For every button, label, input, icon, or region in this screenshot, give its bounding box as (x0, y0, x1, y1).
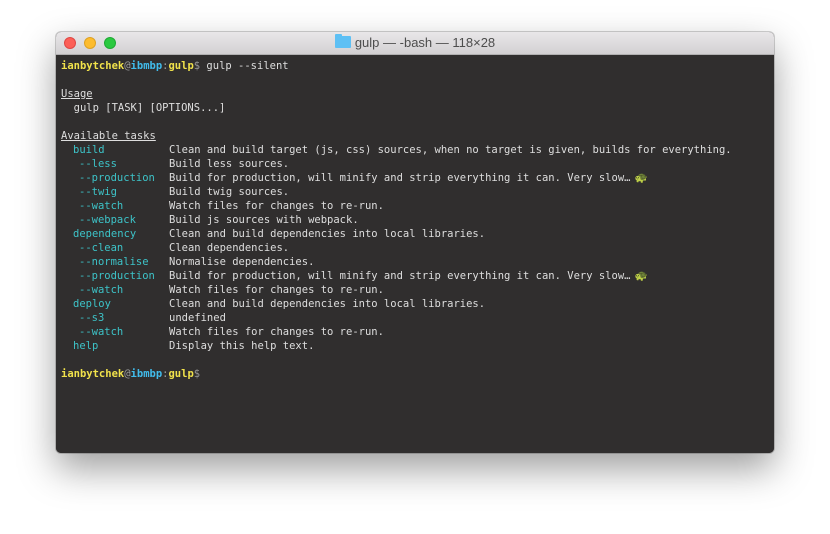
prompt-dollar: $ (193, 368, 201, 380)
task-name: --production (79, 270, 155, 282)
task-description: Display this help text. (169, 340, 315, 352)
task-name: --twig (79, 186, 117, 198)
tasks-heading: Available tasks (61, 129, 774, 143)
task-row: --watch Watch files for changes to re-run… (61, 199, 774, 213)
task-row: deploy Clean and build dependencies into … (61, 297, 774, 311)
slow-turtle-icon: 🐢 (634, 270, 648, 282)
task-name: --watch (79, 284, 124, 296)
task-name: --watch (79, 326, 124, 338)
prompt-host: ibmbp (130, 60, 163, 72)
task-row: --less Build less sources. (61, 157, 774, 171)
prompt-user: ianbytchek (61, 368, 125, 380)
task-description: Normalise dependencies. (169, 256, 315, 268)
task-description: Clean dependencies. (169, 242, 290, 254)
task-description: Watch files for changes to re-run. (169, 284, 384, 296)
task-name: --production (79, 172, 155, 184)
task-description: Build less sources. (169, 158, 290, 170)
task-row: build Clean and build target (js, css) so… (61, 143, 774, 157)
prompt-dir: gulp (168, 368, 194, 380)
command-line: ianbytchek@ibmbp:gulp$ gulp --silent (61, 59, 774, 73)
folder-icon (334, 34, 351, 48)
task-name: build (73, 144, 105, 156)
task-row: --twig Build twig sources. (61, 185, 774, 199)
task-name: --normalise (79, 256, 149, 268)
task-description: Build js sources with webpack. (169, 214, 359, 226)
task-description: Build twig sources. (169, 186, 290, 198)
task-row: help Display this help text. (61, 339, 774, 353)
task-name: dependency (73, 228, 137, 240)
task-row: --webpack Build js sources with webpack. (61, 213, 774, 227)
current-prompt: ianbytchek@ibmbp:gulp$ (61, 367, 774, 381)
title-bar[interactable]: gulp — -bash — 118×28 (56, 32, 774, 55)
task-name: --less (79, 158, 117, 170)
usage-heading: Usage (61, 87, 774, 101)
task-description: Build for production, will minify and st… (169, 172, 631, 184)
terminal-window: gulp — -bash — 118×28 ianbytchek@ibmbp:g… (56, 32, 774, 453)
task-description: Clean and build dependencies into local … (169, 228, 486, 240)
task-description: Clean and build target (js, css) sources… (169, 144, 732, 156)
task-description: undefined (169, 312, 226, 324)
window-title-text: gulp — -bash — 118×28 (354, 35, 496, 50)
slow-turtle-icon: 🐢 (634, 172, 648, 184)
window-title: gulp — -bash — 118×28 (56, 32, 774, 54)
task-row: dependency Clean and build dependencies i… (61, 227, 774, 241)
task-row: --production Build for production, will m… (61, 269, 774, 283)
task-description: Clean and build dependencies into local … (169, 298, 486, 310)
task-row: --watch Watch files for changes to re-run… (61, 283, 774, 297)
task-list: build Clean and build target (js, css) so… (61, 143, 774, 353)
task-name: help (73, 340, 99, 352)
task-row: --s3 undefined (61, 311, 774, 325)
prompt-dir: gulp (168, 60, 194, 72)
command-text: gulp --silent (200, 60, 289, 72)
task-row: --normalise Normalise dependencies. (61, 255, 774, 269)
task-name: --watch (79, 200, 124, 212)
usage-text: gulp [TASK] [OPTIONS...] (61, 102, 226, 114)
terminal-content[interactable]: ianbytchek@ibmbp:gulp$ gulp --silent Usa… (56, 55, 774, 453)
task-name: deploy (73, 298, 111, 310)
prompt-user: ianbytchek (61, 60, 125, 72)
usage-heading-text: Usage (61, 88, 93, 100)
task-name: --clean (79, 242, 124, 254)
task-description: Watch files for changes to re-run. (169, 326, 384, 338)
task-description: Watch files for changes to re-run. (169, 200, 384, 212)
task-row: --watch Watch files for changes to re-run… (61, 325, 774, 339)
prompt-host: ibmbp (130, 368, 163, 380)
tasks-heading-text: Available tasks (61, 130, 156, 142)
task-row: --clean Clean dependencies. (61, 241, 774, 255)
task-description: Build for production, will minify and st… (169, 270, 631, 282)
task-name: --webpack (79, 214, 136, 226)
task-row: --production Build for production, will m… (61, 171, 774, 185)
task-name: --s3 (79, 312, 105, 324)
